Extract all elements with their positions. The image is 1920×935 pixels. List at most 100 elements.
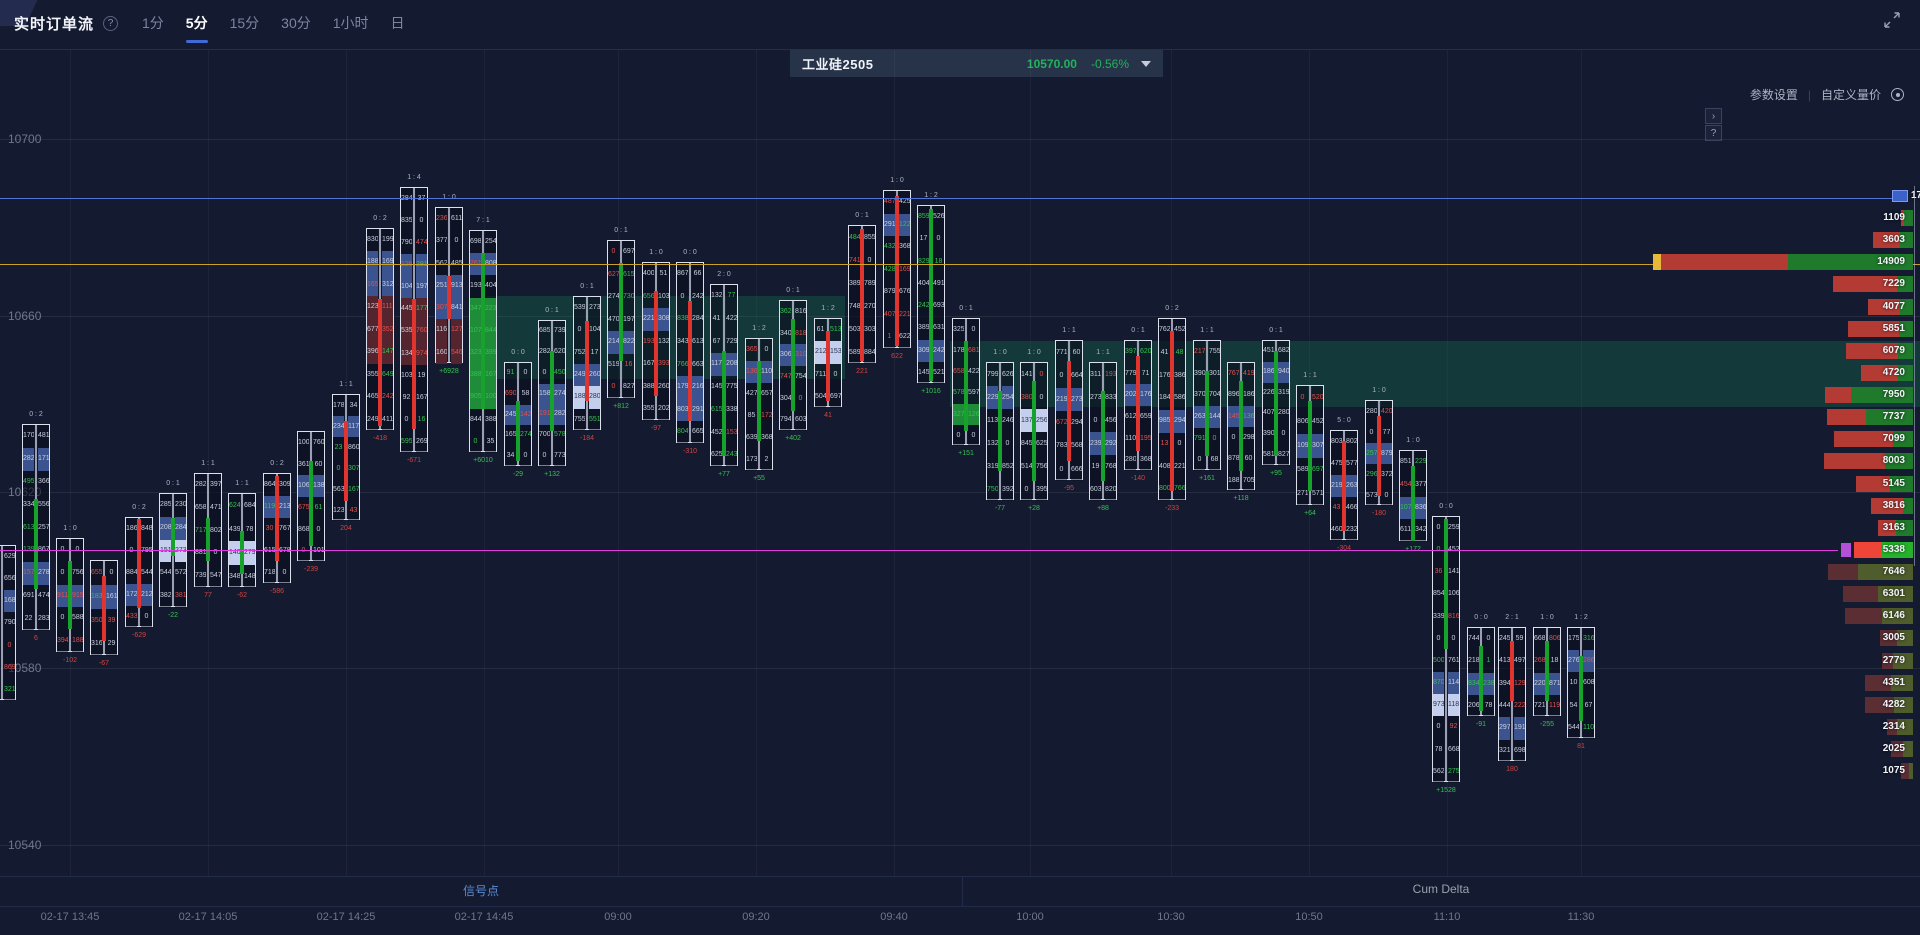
- footprint-cell: 243: [726, 444, 737, 467]
- grid-line-v: [894, 50, 895, 876]
- footprint-cell: 110: [1583, 717, 1594, 739]
- footprint-cell: 704: [1209, 384, 1220, 406]
- footprint-cell: 658: [953, 361, 964, 382]
- candle-body: [1067, 361, 1071, 461]
- x-axis-label: 11:30: [1568, 911, 1595, 923]
- footprint-cell: 370: [1194, 384, 1205, 406]
- footprint-candle: 3976207797120251767612659110195280368: [1124, 340, 1152, 470]
- footprint-candle: 365013671108427657851726393681732: [745, 338, 773, 470]
- footprint-cell: 556: [38, 494, 49, 517]
- footprint-cell: 578: [953, 382, 964, 403]
- footprint-cell: 470: [608, 309, 619, 332]
- footprint-cell: 697: [1312, 458, 1323, 482]
- footprint-cell: 284: [401, 188, 412, 210]
- footprint-cell: 321: [1499, 740, 1510, 762]
- footprint-cell: 380: [1021, 386, 1032, 409]
- candle-ratio-label: 1 : 0: [1540, 614, 1554, 621]
- candle-delta-label: 41: [824, 412, 832, 419]
- help-icon[interactable]: ?: [103, 16, 118, 31]
- candle-ratio-label: 1 : 0: [1406, 437, 1420, 444]
- footprint-cell: 693: [933, 295, 944, 317]
- tab-30分[interactable]: 30分: [281, 13, 311, 41]
- poc-line: [0, 264, 1920, 265]
- candle-delta-label: -140: [1131, 475, 1145, 482]
- footprint-cell: 791: [1194, 428, 1205, 450]
- footprint-cell: 1379: [1021, 409, 1032, 432]
- candle-delta-label: -629: [132, 632, 146, 639]
- tab-1小时[interactable]: 1小时: [333, 13, 369, 41]
- tab-1分[interactable]: 1分: [142, 13, 164, 41]
- footprint-cell: 0: [677, 286, 688, 309]
- footprint-cell: 597: [968, 382, 979, 403]
- footprint-cell: 603: [1090, 478, 1101, 501]
- tab-15分[interactable]: 15分: [230, 13, 260, 41]
- footprint-cell: 884: [864, 341, 875, 364]
- candle-delta-label: -91: [1476, 721, 1486, 728]
- pane-signal-label[interactable]: 信号点: [463, 882, 499, 899]
- profile-value-label: 1075: [1823, 763, 1905, 779]
- footprint-cell: 747: [780, 366, 791, 388]
- footprint-cell: 1916: [539, 404, 550, 425]
- profile-value-label: 3816: [1823, 498, 1905, 514]
- footprint-cell: 270: [864, 295, 875, 318]
- collapse-icon[interactable]: [1882, 10, 1902, 30]
- footprint-cell: 520: [1312, 386, 1323, 410]
- footprint-cell: 1536: [830, 341, 841, 363]
- footprint-cell: 274: [608, 286, 619, 309]
- footprint-cell: 803: [1331, 431, 1342, 453]
- y-axis-label: 10660: [8, 309, 41, 323]
- footprint-cell: 217: [1194, 341, 1205, 363]
- candle-delta-label: +77: [718, 471, 730, 478]
- footprint-cell: 595: [401, 431, 412, 453]
- footprint-cell: 519: [608, 354, 619, 377]
- candle-delta-label: 622: [891, 353, 903, 360]
- footprint-candle: 4874252917122443236842816987967640722116…: [883, 190, 911, 348]
- tab-日[interactable]: 日: [391, 13, 405, 41]
- footprint-cell: 2764: [1568, 650, 1579, 672]
- candle-delta-label: -95: [1064, 485, 1074, 492]
- footprint-cell: 420: [1381, 401, 1392, 422]
- pane-cumdelta-label[interactable]: Cum Delta: [1413, 882, 1470, 896]
- footprint-cell: 668: [1534, 628, 1545, 650]
- footprint-cell: 756: [1036, 455, 1047, 478]
- footprint-candle: 217755390301370704263514457910068: [1193, 340, 1221, 470]
- footprint-cell: 760: [416, 320, 427, 342]
- footprint-cell: 1005: [485, 386, 496, 408]
- candle-body: [309, 461, 313, 546]
- candle-ratio-label: 1 : 2: [752, 325, 766, 332]
- footprint-cell: 739: [554, 321, 565, 342]
- footprint-cell: 319: [987, 455, 998, 478]
- footprint-cell: 0: [210, 542, 221, 565]
- candle-delta-label: 180: [1506, 766, 1518, 773]
- footprint-cell: 347: [470, 298, 481, 320]
- footprint-cell: 845: [1021, 432, 1032, 455]
- footprint-candle: 2366113770562485251491330788411167127416…: [435, 207, 463, 363]
- footprint-cell: 254: [485, 231, 496, 253]
- candle-body: [1444, 519, 1448, 649]
- candle-body: [1579, 656, 1583, 721]
- footprint-cell: 1575: [23, 562, 34, 585]
- footprint-cell: 860: [348, 437, 359, 458]
- footprint-cell: 106: [1448, 583, 1459, 605]
- footprint-candle: 86430911982133307676156787180: [263, 473, 291, 583]
- profile-value-label: 7229: [1823, 276, 1905, 292]
- footprint-cell: 0: [298, 540, 309, 562]
- footprint-cell: 562: [1433, 761, 1444, 783]
- footprint-cell: 2822: [23, 448, 34, 471]
- footprint-cell: 830: [367, 229, 378, 251]
- footprint-cell: 1116: [382, 296, 393, 318]
- footprint-cell: 844: [470, 409, 481, 431]
- candle-delta-label: -239: [304, 566, 318, 573]
- candle-ratio-label: 0 : 1: [1269, 327, 1283, 334]
- footprint-cell: 656: [4, 568, 15, 590]
- footprint-cell: 2499: [574, 364, 585, 386]
- footprint-cell: 484: [849, 226, 860, 249]
- footprint-cell: 2025: [1125, 384, 1136, 406]
- tab-5分[interactable]: 5分: [186, 13, 208, 41]
- footprint-cell: 475: [1331, 453, 1342, 475]
- footprint-candle: 06294196562633168326679013904988690321: [0, 545, 16, 700]
- footprint-cell: 232: [1346, 519, 1357, 541]
- footprint-cell: 0: [539, 363, 550, 384]
- footprint-cell: 460: [1331, 519, 1342, 541]
- candle-delta-label: 204: [340, 525, 352, 532]
